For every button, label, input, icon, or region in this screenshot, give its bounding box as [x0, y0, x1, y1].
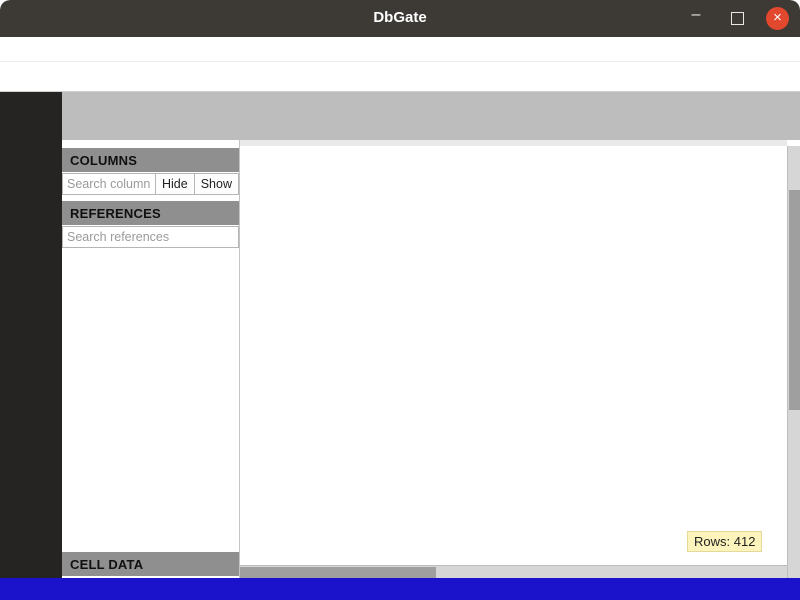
side-panel: COLUMNS Hide Show REFERENCES CELL DATA [62, 140, 240, 578]
vertical-scrollbar-thumb[interactable] [789, 190, 800, 410]
menu-bar [0, 37, 800, 62]
vertical-scrollbar[interactable] [787, 146, 800, 578]
show-button[interactable]: Show [195, 173, 239, 195]
horizontal-scrollbar[interactable] [240, 565, 787, 578]
title-bar: DbGate – × [0, 0, 800, 37]
columns-panel-header: COLUMNS [62, 148, 239, 172]
search-columns-input[interactable] [62, 173, 156, 195]
tab-group-row [62, 92, 800, 110]
horizontal-scrollbar-thumb[interactable] [240, 567, 436, 578]
dbgate-window: DbGate – × COLUMNS Hide Show REFERENCES … [0, 0, 800, 600]
status-bar [0, 578, 800, 600]
close-button[interactable]: × [766, 7, 789, 30]
cell-data-panel-header: CELL DATA [62, 552, 239, 576]
data-grid [240, 140, 787, 578]
tab-row [62, 110, 800, 140]
hide-button[interactable]: Hide [156, 173, 195, 195]
minimize-button[interactable]: – [687, 8, 705, 26]
rows-count-badge: Rows: 412 [687, 531, 762, 552]
toolbar [0, 62, 800, 92]
tab-strip [62, 92, 800, 140]
maximize-button[interactable] [731, 12, 744, 25]
window-title: DbGate [0, 9, 800, 26]
search-references-input[interactable] [62, 226, 239, 248]
left-icon-bar [0, 92, 62, 578]
grid-top-gap [240, 140, 787, 146]
references-panel-header: REFERENCES [62, 201, 239, 225]
